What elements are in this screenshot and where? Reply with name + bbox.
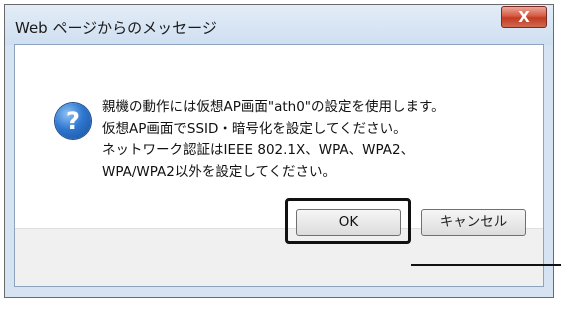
message-line: WPA/WPA2以外を設定してください。 [102,163,337,180]
ok-button-highlight [285,198,411,244]
button-bar [15,228,543,286]
message-area: ? 親機の動作には仮想AP画面"ath0"の設定を使用します。 仮想AP画面でS… [15,45,543,228]
dialog-body: ? 親機の動作には仮想AP画面"ath0"の設定を使用します。 仮想AP画面でS… [14,44,544,287]
cancel-button[interactable]: キャンセル [421,209,526,236]
message-line: 仮想AP画面でSSID・暗号化を設定してください。 [102,120,407,137]
message-line: 親機の動作には仮想AP画面"ath0"の設定を使用します。 [102,99,445,115]
message-line: ネットワーク認証はIEEE 802.1X、WPA、WPA2、 [102,142,415,158]
question-icon: ? [55,103,91,139]
dialog-title: Web ページからのメッセージ [15,19,217,37]
callout-line [411,264,561,266]
close-icon: X [518,8,530,26]
message-text: 親機の動作には仮想AP画面"ath0"の設定を使用します。 仮想AP画面でSSI… [102,97,445,183]
title-bar[interactable]: Web ページからのメッセージ X [5,5,553,45]
close-button[interactable]: X [501,6,547,28]
